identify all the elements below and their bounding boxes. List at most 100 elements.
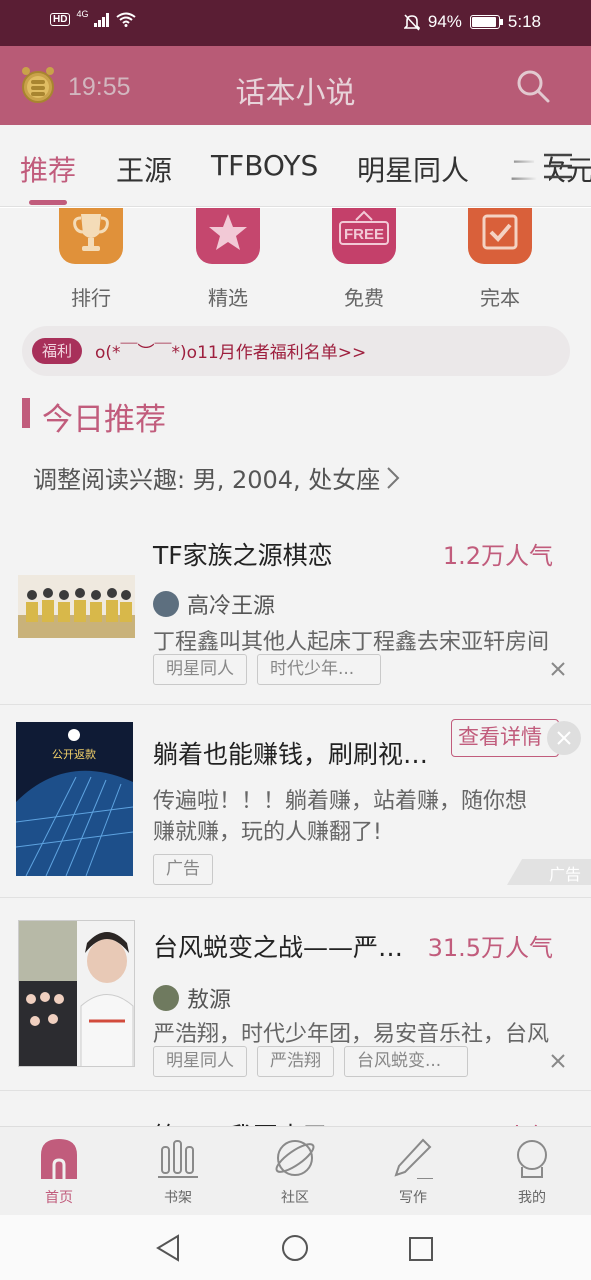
network-label: 4G <box>76 8 89 19</box>
author-name: 高冷王源 <box>187 594 276 619</box>
status-left: HD 4G <box>50 8 137 27</box>
ad-description-line2: 赚就赚，玩的人赚翻了! <box>153 820 382 845</box>
ad-tags: 广告 <box>153 854 213 885</box>
signal-icon <box>94 12 110 27</box>
back-icon[interactable] <box>155 1234 181 1262</box>
welfare-notice[interactable]: 福利 o(*￣︶￣*)o11月作者福利名单>> <box>22 326 570 376</box>
book-popularity: 1.2万人气 <box>442 542 553 570</box>
dismiss-icon[interactable] <box>551 1054 565 1068</box>
quick-link-label: 免费 <box>344 286 384 310</box>
quick-link-free[interactable]: FREE 免费 <box>324 208 404 311</box>
clock-time: 5:18 <box>507 12 541 31</box>
ad-cover-image: 公开返款 <box>16 722 133 876</box>
search-icon[interactable] <box>515 68 551 104</box>
quick-link-label: 完本 <box>480 286 520 310</box>
tab-celebrity-fanfic[interactable]: 明星同人 <box>357 149 469 189</box>
recents-icon[interactable] <box>408 1236 434 1262</box>
welfare-notice-text: o(*￣︶￣*)o11月作者福利名单>> <box>95 343 367 363</box>
book-tag[interactable]: 明星同人 <box>153 654 247 685</box>
app-bar: 19:55 话本小说 <box>0 46 591 125</box>
ad-cover-text: 公开返款 <box>52 747 96 761</box>
tab-tfboys[interactable]: TFBOYS <box>211 149 318 182</box>
nav-label: 社区 <box>281 1190 309 1206</box>
mute-bell-icon <box>403 13 420 31</box>
feed[interactable]: 排行 精选 FREE 免费 完本 福利 o(*￣︶￣*)o11月作者福利名单>>… <box>0 208 591 1126</box>
quick-link-completed[interactable]: 完本 <box>460 208 540 311</box>
bottom-navigation: 首页 书架 社区 写作 我的 <box>0 1126 591 1215</box>
ad-close-button[interactable] <box>547 721 581 755</box>
interest-text: 调整阅读兴趣: 男, 2004, 处女座 <box>33 466 381 494</box>
welfare-badge: 福利 <box>32 338 83 364</box>
battery-percent: 94% <box>427 12 462 31</box>
book-tag[interactable]: 台风蜕变... <box>344 1046 468 1077</box>
book-tag[interactable]: 明星同人 <box>153 1046 247 1077</box>
status-right: 94% 5:18 <box>403 12 541 32</box>
book-tag[interactable]: 严浩翔 <box>257 1046 334 1077</box>
home-circle-icon[interactable] <box>281 1234 309 1262</box>
chevron-right-icon <box>387 466 400 489</box>
tab-fade <box>489 133 549 195</box>
book-author[interactable]: 敖源 <box>153 982 231 1014</box>
book-title: 第三，我回来了 <box>153 1117 328 1126</box>
book-tags: 明星同人 时代少年... <box>153 654 381 685</box>
nav-label: 写作 <box>399 1190 427 1206</box>
quick-link-label: 精选 <box>208 286 248 310</box>
section-accent-bar <box>22 398 30 428</box>
adjust-interest-link[interactable]: 调整阅读兴趣: 男, 2004, 处女座 <box>33 460 400 495</box>
nav-label: 我的 <box>518 1190 546 1206</box>
quick-links: 排行 精选 FREE 免费 完本 <box>0 208 591 318</box>
book-description: 严浩翔，时代少年团，易安音乐社，台风 <box>153 1022 550 1047</box>
app-title: 话本小说 <box>235 76 356 111</box>
star-icon <box>196 208 260 264</box>
nav-write[interactable]: 写作 <box>368 1127 458 1207</box>
wifi-icon <box>116 12 137 27</box>
book-popularity: 31.5万人气 <box>427 934 553 962</box>
quick-link-label: 排行 <box>71 286 111 310</box>
free-icon-text: FREE <box>344 226 384 243</box>
nav-community[interactable]: 社区 <box>250 1127 340 1207</box>
book-popularity: 12.9万人气 <box>428 1117 553 1126</box>
book-tags: 明星同人 严浩翔 台风蜕变... <box>153 1046 468 1077</box>
book-card[interactable]: 台风蜕变之战——严浩翔 31.5万人气 敖源 严浩翔，时代少年团，易安音乐社，台… <box>0 898 591 1090</box>
ad-title: 躺着也能赚钱，刷刷视频就行 <box>153 740 451 769</box>
book-card[interactable]: TF家族之源棋恋 1.2万人气 高冷王源 丁程鑫叫其他人起床丁程鑫去宋亚轩房间 … <box>0 508 591 704</box>
bookshelf-icon <box>158 1140 198 1178</box>
home-icon <box>41 1139 77 1179</box>
system-navigation-bar <box>0 1215 591 1280</box>
nav-label: 书架 <box>164 1190 192 1206</box>
check-icon <box>468 208 532 264</box>
quick-link-featured[interactable]: 精选 <box>188 208 268 311</box>
hd-badge: HD <box>50 13 71 26</box>
quick-link-ranking[interactable]: 排行 <box>51 208 131 311</box>
section-title: 今日推荐 <box>42 402 166 438</box>
author-name: 敖源 <box>187 988 232 1013</box>
book-tag[interactable]: 时代少年... <box>257 654 381 685</box>
book-title: TF家族之源棋恋 <box>153 541 333 570</box>
book-card[interactable]: 第三，我回来了 12.9万人气 <box>0 1091 591 1126</box>
battery-icon <box>469 15 503 29</box>
ad-corner-label: 广告 <box>507 859 591 885</box>
nav-profile[interactable]: 我的 <box>487 1127 577 1207</box>
nav-bookshelf[interactable]: 书架 <box>133 1127 223 1207</box>
free-icon: FREE <box>332 208 396 264</box>
book-title: 台风蜕变之战——严浩翔 <box>153 933 415 962</box>
ad-description-line1: 传遍啦！！！躺着赚，站着赚，随你想 <box>153 789 528 814</box>
view-details-button[interactable]: 查看详情 <box>451 719 559 757</box>
trophy-icon <box>59 208 123 264</box>
author-avatar <box>153 985 179 1011</box>
dismiss-icon[interactable] <box>551 662 565 676</box>
community-planet-icon <box>275 1140 315 1176</box>
book-author[interactable]: 高冷王源 <box>153 588 275 620</box>
tab-wangyuan[interactable]: 王源 <box>116 149 172 189</box>
status-bar: HD 4G 94% 5:18 <box>0 0 591 46</box>
book-cover-image <box>18 575 135 638</box>
menu-icon[interactable] <box>542 152 574 180</box>
book-description: 丁程鑫叫其他人起床丁程鑫去宋亚轩房间 <box>153 630 550 655</box>
tab-recommend[interactable]: 推荐 <box>20 149 76 189</box>
ad-card[interactable]: 公开返款 躺着也能赚钱，刷刷视频就行 查看详情 传遍啦！！！躺着赚，站着赚，随你… <box>0 705 591 895</box>
nav-home[interactable]: 首页 <box>14 1127 104 1207</box>
ad-corner-text: 广告 <box>549 865 582 884</box>
pen-icon <box>394 1138 433 1180</box>
ad-tag: 广告 <box>153 854 213 885</box>
category-tabs: 推荐 王源 TFBOYS 明星同人 二次元 <box>0 125 591 207</box>
